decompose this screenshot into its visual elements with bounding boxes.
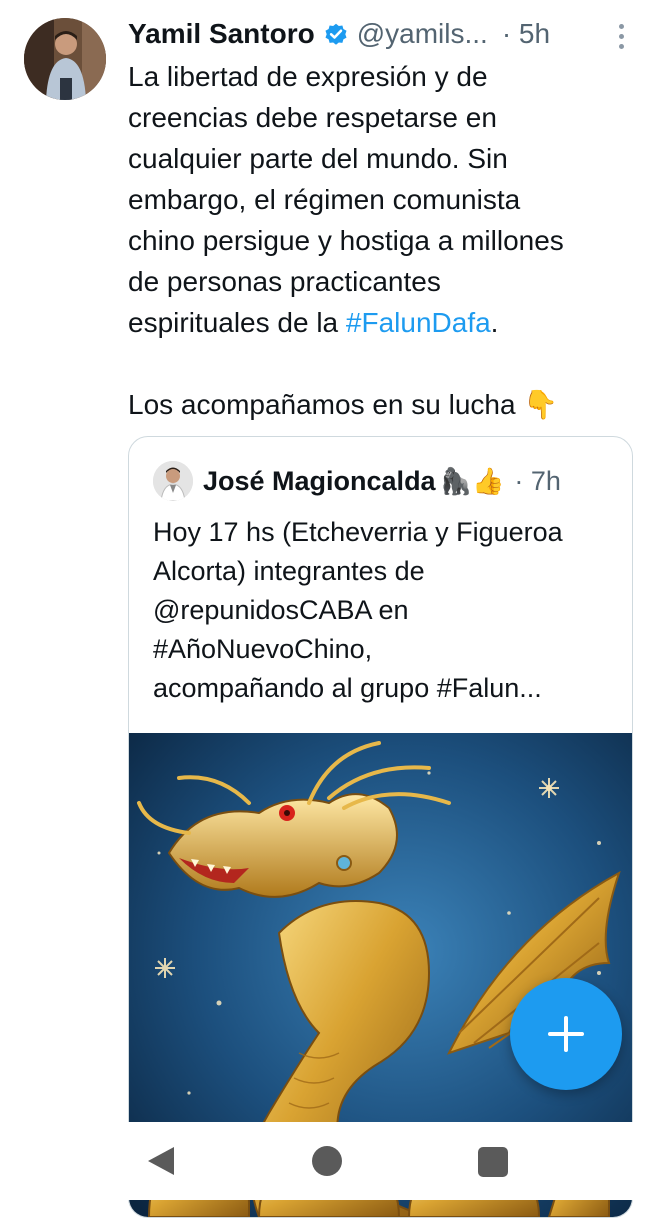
quoted-tweet-text: Hoy 17 hs (Etcheverria y Figueroa Alcort…	[153, 513, 613, 708]
more-options-icon[interactable]	[619, 24, 625, 54]
tweet-timestamp[interactable]: · 5h	[502, 18, 550, 50]
compose-button[interactable]	[510, 978, 622, 1090]
quoted-tweet[interactable]: José Magioncalda 🦍👍 · 7h Hoy 17 hs (Etch…	[128, 436, 633, 1218]
quoted-tweet-header: José Magioncalda 🦍👍 · 7h	[153, 461, 561, 501]
tweet-text-line: creencias debe respetarse en	[128, 102, 497, 133]
hashtag-suffix: .	[490, 307, 499, 338]
android-back-icon[interactable]	[144, 1145, 178, 1177]
quoted-author-avatar	[153, 461, 193, 501]
author-handle[interactable]: @yamils...	[357, 18, 488, 50]
tweet-header: Yamil Santoro @yamils... · 5h	[128, 14, 633, 54]
tweet-text-line: de personas practicantes	[128, 266, 441, 297]
tweet-text: La libertad de expresión y de creencias …	[128, 56, 633, 425]
tweet-text-line: chino persigue y hostiga a millones	[128, 225, 564, 256]
quoted-text-line: Hoy 17 hs (Etcheverria y Figueroa	[153, 517, 563, 547]
verified-badge-icon	[323, 21, 349, 47]
author-avatar[interactable]	[24, 18, 106, 100]
android-home-icon[interactable]	[312, 1146, 342, 1176]
quoted-text-line: @repunidosCABA en	[153, 595, 409, 625]
quoted-tweet-timestamp: · 7h	[514, 465, 561, 496]
tweet-text-line: cualquier parte del mundo. Sin	[128, 143, 508, 174]
quoted-text-line: Alcorta) integrantes de	[153, 556, 425, 586]
plus-icon	[548, 1016, 584, 1052]
quoted-author-emojis: 🦍👍	[439, 465, 505, 496]
tweet-text-line: embargo, el régimen comunista	[128, 184, 521, 215]
author-name[interactable]: Yamil Santoro	[128, 18, 315, 50]
tweet-text-line: espirituales de la	[128, 307, 346, 338]
quoted-text-line: acompañando al grupo #Falun...	[153, 673, 542, 703]
hashtag-link[interactable]: #FalunDafa	[346, 307, 491, 338]
quoted-text-line: #AñoNuevoChino,	[153, 634, 373, 664]
tweet-text-line: La libertad de expresión y de	[128, 61, 488, 92]
android-navigation-bar	[0, 1122, 655, 1200]
android-recents-icon[interactable]	[478, 1147, 508, 1177]
quoted-author-name: José Magioncalda	[203, 465, 436, 496]
tweet[interactable]: Yamil Santoro @yamils... · 5h La liberta…	[128, 14, 633, 425]
tweet-second-paragraph: Los acompañamos en su lucha 👇	[128, 389, 559, 420]
